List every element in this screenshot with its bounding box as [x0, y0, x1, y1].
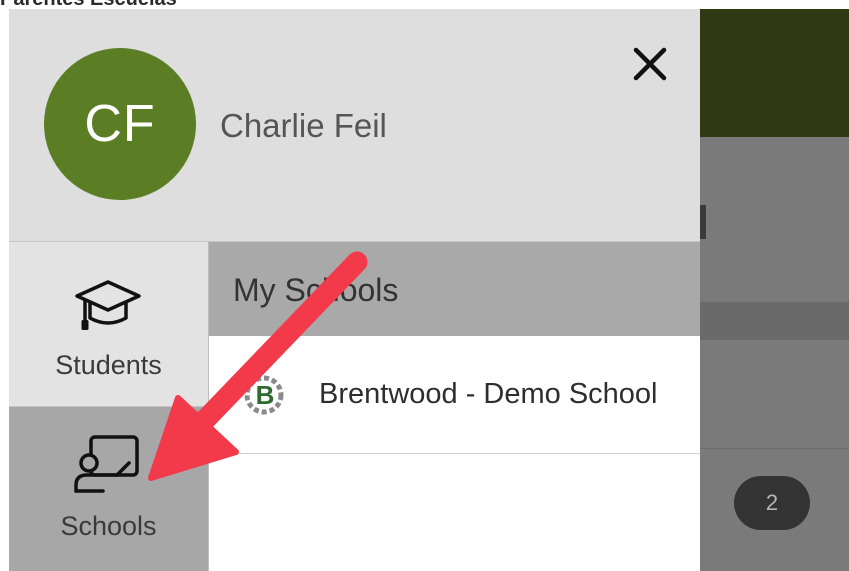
user-name: Charlie Feil: [220, 107, 387, 144]
nav-item-schools[interactable]: Schools: [9, 407, 208, 571]
school-gear-logo-icon: B: [244, 375, 284, 415]
avatar[interactable]: CF: [44, 48, 196, 200]
background-header: [700, 9, 849, 137]
close-icon: [633, 47, 667, 81]
nav-label-schools: Schools: [60, 511, 157, 541]
section-title: My Schools: [233, 272, 399, 308]
section-header: My Schools: [209, 242, 700, 336]
graduation-cap-icon: [75, 280, 141, 330]
teacher-board-icon: [74, 435, 139, 493]
nav-item-students[interactable]: Students: [9, 242, 208, 407]
background-divider: [700, 448, 849, 449]
school-name: Brentwood - Demo School: [319, 378, 658, 410]
schools-panel: My Schools B Brentwood - Demo School: [209, 242, 700, 571]
close-button[interactable]: [625, 39, 675, 89]
nav-label-students: Students: [55, 350, 162, 380]
drawer-header: CF Charlie Feil: [9, 9, 700, 242]
school-list-item[interactable]: B Brentwood - Demo School: [209, 336, 700, 454]
background-app: 2: [700, 9, 849, 571]
side-nav: Students Schools: [9, 242, 209, 571]
background-mark: [700, 205, 706, 239]
count-badge: 2: [734, 476, 810, 530]
background-band: [700, 302, 849, 340]
school-logo-letter: B: [256, 380, 275, 410]
navigation-drawer: CF Charlie Feil Students Schools My Scho…: [9, 9, 700, 571]
